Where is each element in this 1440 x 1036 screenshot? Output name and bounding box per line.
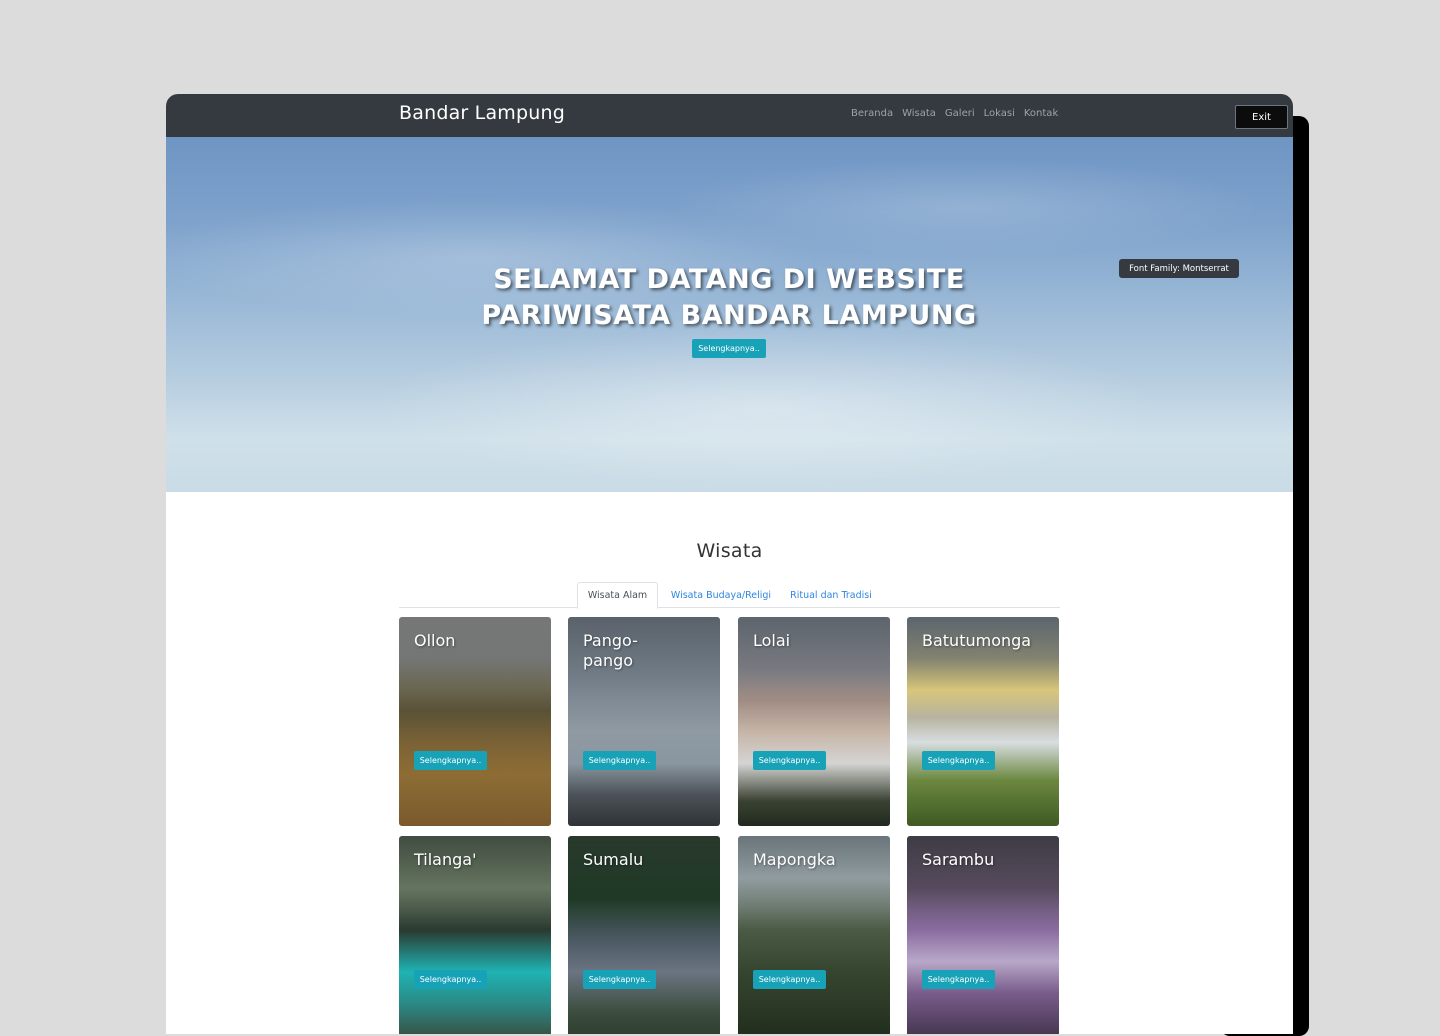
tab-wisata-budaya-religi[interactable]: Wisata Budaya/Religi [661, 582, 781, 608]
navbar: Bandar Lampung Beranda Wisata Galeri Lok… [166, 94, 1293, 137]
card-more-button[interactable]: Selengkapnya.. [414, 751, 487, 770]
section-title: Wisata [696, 540, 763, 562]
card-mapongka[interactable]: Mapongka Selengkapnya.. [738, 836, 890, 1034]
card-sumalu[interactable]: Sumalu Selengkapnya.. [568, 836, 720, 1034]
nav-link-lokasi[interactable]: Lokasi [984, 108, 1015, 119]
card-title: Pango-pango [583, 631, 638, 670]
nav-link-beranda[interactable]: Beranda [851, 108, 893, 119]
font-family-badge: Font Family: Montserrat [1119, 259, 1239, 278]
card-more-button[interactable]: Selengkapnya.. [753, 970, 826, 989]
card-tilanga[interactable]: Tilanga' Selengkapnya.. [399, 836, 551, 1034]
card-more-button[interactable]: Selengkapnya.. [414, 970, 487, 989]
card-sarambu[interactable]: Sarambu Selengkapnya.. [907, 836, 1059, 1034]
card-batutumonga[interactable]: Batutumonga Selengkapnya.. [907, 617, 1059, 826]
card-title: Tilanga' [414, 850, 477, 869]
hero-more-button[interactable]: Selengkapnya.. [692, 339, 766, 358]
card-more-button[interactable]: Selengkapnya.. [583, 751, 656, 770]
card-title: Batutumonga [922, 631, 1032, 650]
card-title: Lolai [753, 631, 791, 650]
hero-cloud [666, 157, 1266, 257]
hero-title: SELAMAT DATANG DI WEBSITE PARIWISATA BAN… [481, 264, 977, 331]
card-more-button[interactable]: Selengkapnya.. [753, 751, 826, 770]
card-ollon[interactable]: Ollon Selengkapnya.. [399, 617, 551, 826]
nav-link-wisata[interactable]: Wisata [902, 108, 936, 119]
tab-ritual-dan-tradisi[interactable]: Ritual dan Tradisi [783, 582, 879, 608]
card-title: Mapongka [753, 850, 836, 869]
card-lolai[interactable]: Lolai Selengkapnya.. [738, 617, 890, 826]
brand-logo-text[interactable]: Bandar Lampung [399, 102, 565, 124]
card-more-button[interactable]: Selengkapnya.. [922, 751, 995, 770]
tab-wisata-alam[interactable]: Wisata Alam [577, 582, 658, 609]
exit-button[interactable]: Exit [1235, 105, 1288, 129]
card-more-button[interactable]: Selengkapnya.. [922, 970, 995, 989]
nav-links: Beranda Wisata Galeri Lokasi Kontak [851, 108, 1058, 119]
card-more-button[interactable]: Selengkapnya.. [583, 970, 656, 989]
card-title: Sarambu [922, 850, 995, 869]
card-pango-pango[interactable]: Pango-pango Selengkapnya.. [568, 617, 720, 826]
nav-link-galeri[interactable]: Galeri [945, 108, 975, 119]
hero-banner: SELAMAT DATANG DI WEBSITE PARIWISATA BAN… [166, 137, 1293, 492]
hero-cloud [366, 327, 1166, 487]
card-title: Ollon [414, 631, 456, 650]
nav-link-kontak[interactable]: Kontak [1024, 108, 1058, 119]
card-title: Sumalu [583, 850, 644, 869]
browser-window: Bandar Lampung Beranda Wisata Galeri Lok… [166, 94, 1293, 1034]
wisata-tabs: Wisata Alam Wisata Budaya/Religi Ritual … [399, 582, 1060, 609]
